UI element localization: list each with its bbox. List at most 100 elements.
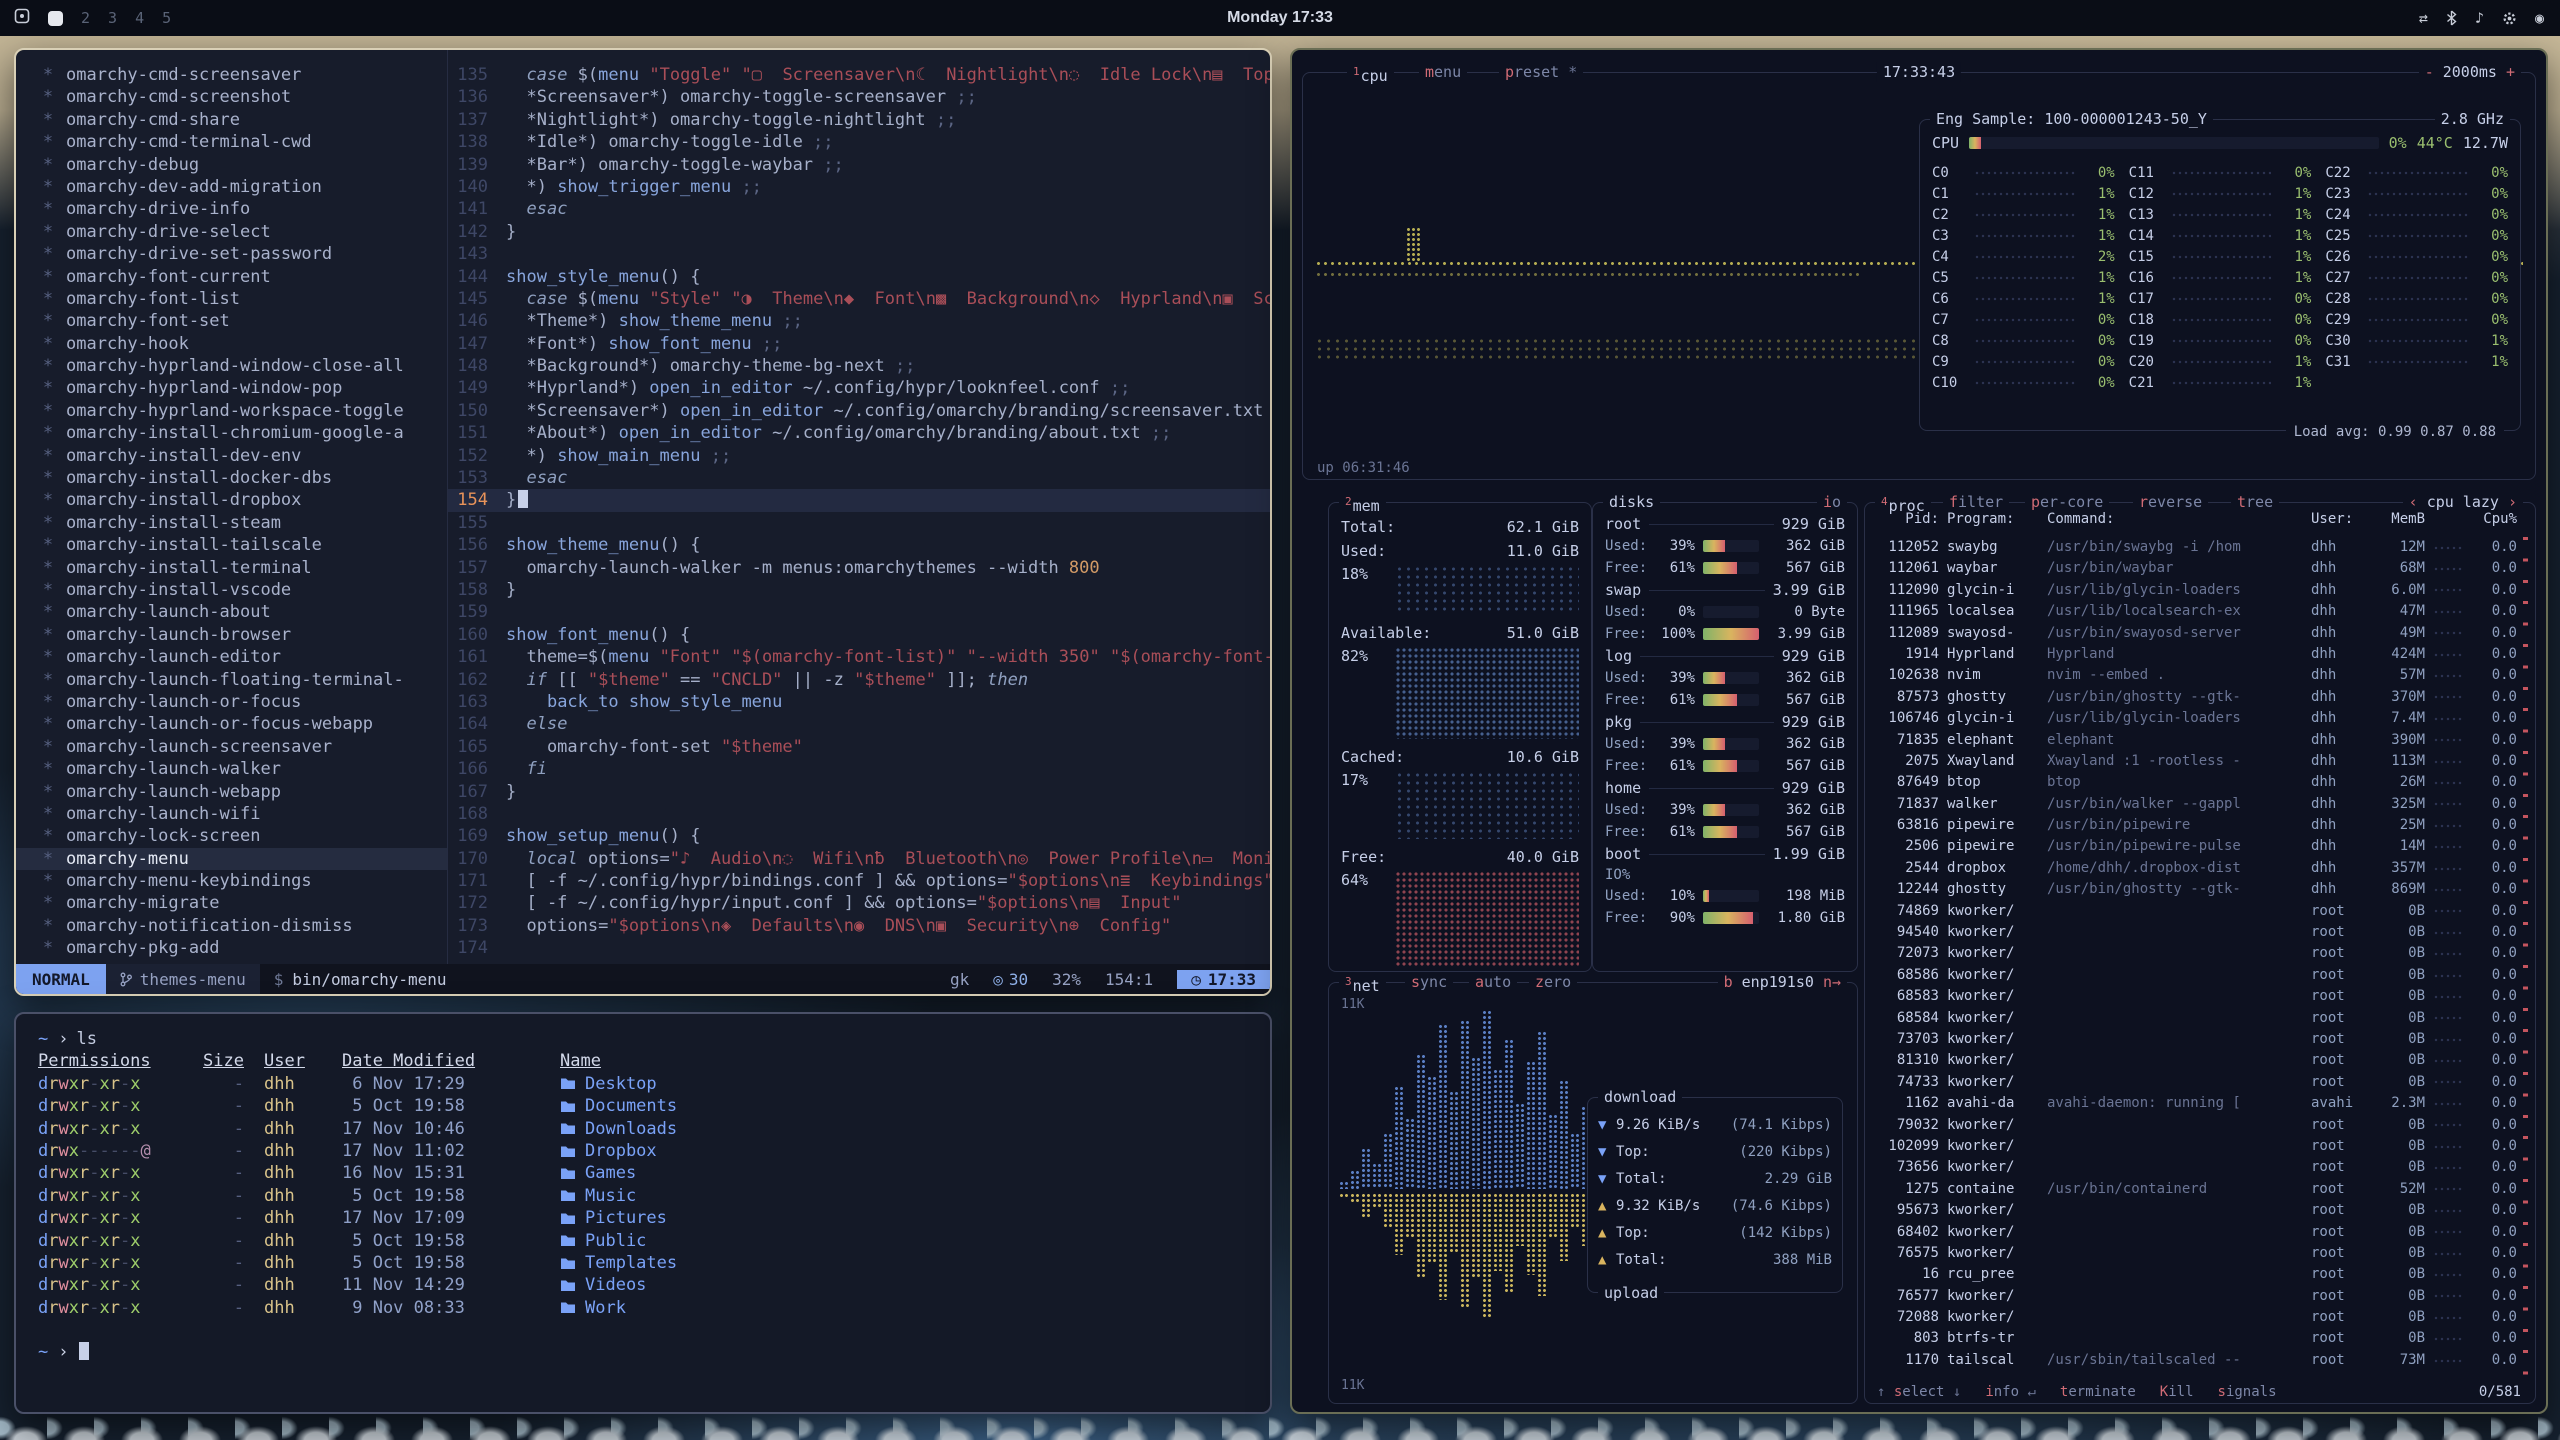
process-row[interactable]: 74869kworker/root0B0.0 bbox=[1875, 901, 2517, 922]
code-line[interactable]: 146 *Theme*) show_theme_menu ;; bbox=[448, 310, 1270, 332]
git-branch[interactable]: themes-menu bbox=[106, 964, 260, 994]
process-row[interactable]: 76577kworker/root0B0.0 bbox=[1875, 1286, 2517, 1307]
proc-footer-kill[interactable]: Kill bbox=[2160, 1384, 2194, 1400]
proc-filter-button[interactable]: filter bbox=[1943, 492, 2009, 512]
volume-icon[interactable]: ♪ bbox=[2475, 9, 2484, 27]
process-row[interactable]: 68584kworker/root0B0.0 bbox=[1875, 1008, 2517, 1029]
process-row[interactable]: 1170tailscal/usr/sbin/tailscaled --root7… bbox=[1875, 1350, 2517, 1371]
code-line[interactable]: 142} bbox=[448, 221, 1270, 243]
process-row[interactable]: 87573ghostty/usr/bin/ghostty --gtk-dhh37… bbox=[1875, 687, 2517, 708]
process-row[interactable]: 63816pipewire/usr/bin/pipewiredhh25M0.0 bbox=[1875, 815, 2517, 836]
code-line[interactable]: 164 else bbox=[448, 713, 1270, 735]
process-row[interactable]: 71835elephantelephantdhh390M0.0 bbox=[1875, 730, 2517, 751]
code-line[interactable]: 163 back_to show_style_menu bbox=[448, 691, 1270, 713]
file-item[interactable]: *omarchy-launch-editor bbox=[16, 646, 447, 668]
process-row[interactable]: 94540kworker/root0B0.0 bbox=[1875, 922, 2517, 943]
process-row[interactable]: 112090glycin-i/usr/lib/glycin-loadersdhh… bbox=[1875, 580, 2517, 601]
file-item[interactable]: *omarchy-launch-about bbox=[16, 601, 447, 623]
proc-footer-terminate[interactable]: terminate bbox=[2060, 1384, 2136, 1400]
file-item[interactable]: *omarchy-font-current bbox=[16, 266, 447, 288]
net-zero-toggle[interactable]: zero bbox=[1529, 972, 1577, 992]
process-row[interactable]: 73656kworker/root0B0.0 bbox=[1875, 1157, 2517, 1178]
code-line[interactable]: 160show_font_menu() { bbox=[448, 624, 1270, 646]
proc-tree-toggle[interactable]: tree bbox=[2231, 492, 2279, 512]
file-item[interactable]: *omarchy-launch-webapp bbox=[16, 781, 447, 803]
code-pane[interactable]: 135 case $(menu "Toggle" "▢ Screensaver\… bbox=[448, 50, 1270, 964]
settings-gear-icon[interactable] bbox=[2502, 11, 2517, 26]
code-line[interactable]: 159 bbox=[448, 601, 1270, 623]
proc-reverse-toggle[interactable]: reverse bbox=[2133, 492, 2208, 512]
code-line[interactable]: 149 *Hyprland*) open_in_editor ~/.config… bbox=[448, 377, 1270, 399]
code-line[interactable]: 138 *Idle*) omarchy-toggle-idle ;; bbox=[448, 131, 1270, 153]
code-line[interactable]: 152 *) show_main_menu ;; bbox=[448, 445, 1270, 467]
code-line[interactable]: 139 *Bar*) omarchy-toggle-waybar ;; bbox=[448, 154, 1270, 176]
process-row[interactable]: 68583kworker/root0B0.0 bbox=[1875, 986, 2517, 1007]
file-item[interactable]: *omarchy-launch-or-focus bbox=[16, 691, 447, 713]
workspace-button[interactable]: 3 bbox=[108, 9, 117, 27]
prompt-line-2[interactable]: ~› bbox=[38, 1341, 1248, 1363]
code-line[interactable]: 156show_theme_menu() { bbox=[448, 534, 1270, 556]
process-row[interactable]: 102638nvimnvim --embed .dhh57M0.0 bbox=[1875, 665, 2517, 686]
file-item[interactable]: *omarchy-install-docker-dbs bbox=[16, 467, 447, 489]
code-line[interactable]: 148 *Background*) omarchy-theme-bg-next … bbox=[448, 355, 1270, 377]
refresh-interval[interactable]: - 2000ms + bbox=[2419, 62, 2521, 82]
file-item[interactable]: *omarchy-font-set bbox=[16, 310, 447, 332]
code-line[interactable]: 141 esac bbox=[448, 198, 1270, 220]
file-item[interactable]: *omarchy-launch-screensaver bbox=[16, 736, 447, 758]
process-row[interactable]: 12244ghostty/usr/bin/ghostty --gtk-dhh86… bbox=[1875, 879, 2517, 900]
file-item[interactable]: *omarchy-launch-or-focus-webapp bbox=[16, 713, 447, 735]
workspace-button[interactable]: 5 bbox=[162, 9, 171, 27]
net-sync-toggle[interactable]: sync bbox=[1405, 972, 1453, 992]
file-item[interactable]: *omarchy-cmd-screensaver bbox=[16, 64, 447, 86]
code-line[interactable]: 157 omarchy-launch-walker -m menus:omarc… bbox=[448, 557, 1270, 579]
file-item[interactable]: *omarchy-drive-info bbox=[16, 198, 447, 220]
menu-button[interactable]: menu bbox=[1419, 62, 1467, 82]
file-item[interactable]: *omarchy-hyprland-window-close-all bbox=[16, 355, 447, 377]
process-row[interactable]: 2075XwaylandXwayland :1 -rootless -dhh11… bbox=[1875, 751, 2517, 772]
terminal-window[interactable]: ~›ls Permissions Size User Date Modified… bbox=[14, 1012, 1272, 1414]
file-item[interactable]: *omarchy-cmd-terminal-cwd bbox=[16, 131, 447, 153]
file-item[interactable]: *omarchy-hyprland-window-pop bbox=[16, 377, 447, 399]
process-row[interactable]: 803btrfs-trroot0B0.0 bbox=[1875, 1328, 2517, 1349]
process-row[interactable]: 1275containe/usr/bin/containerdroot52M0.… bbox=[1875, 1179, 2517, 1200]
omarchy-logo-icon[interactable] bbox=[14, 8, 30, 28]
process-row[interactable]: 1162avahi-daavahi-daemon: running [avahi… bbox=[1875, 1093, 2517, 1114]
process-row[interactable]: 102099kworker/root0B0.0 bbox=[1875, 1136, 2517, 1157]
proc-table-header[interactable]: Pid: Program: Command: User: MemB Cpu% bbox=[1875, 511, 2517, 527]
file-item[interactable]: *omarchy-hook bbox=[16, 333, 447, 355]
code-line[interactable]: 171 [ -f ~/.config/hypr/bindings.conf ] … bbox=[448, 870, 1270, 892]
file-item[interactable]: *omarchy-menu bbox=[16, 848, 447, 870]
file-item[interactable]: *omarchy-launch-floating-terminal- bbox=[16, 669, 447, 691]
code-line[interactable]: 150 *Screensaver*) open_in_editor ~/.con… bbox=[448, 400, 1270, 422]
file-item[interactable]: *omarchy-install-tailscale bbox=[16, 534, 447, 556]
process-row[interactable]: 16rcu_preeroot0B0.0 bbox=[1875, 1264, 2517, 1285]
process-row[interactable]: 74733kworker/root0B0.0 bbox=[1875, 1072, 2517, 1093]
code-line[interactable]: 154} bbox=[448, 489, 1270, 511]
file-item[interactable]: *omarchy-install-dropbox bbox=[16, 489, 447, 511]
code-line[interactable]: 158} bbox=[448, 579, 1270, 601]
code-line[interactable]: 168 bbox=[448, 803, 1270, 825]
process-row[interactable]: 72073kworker/root0B0.0 bbox=[1875, 943, 2517, 964]
file-item[interactable]: *omarchy-menu-keybindings bbox=[16, 870, 447, 892]
file-item[interactable]: *omarchy-debug bbox=[16, 154, 447, 176]
code-line[interactable]: 165 omarchy-font-set "$theme" bbox=[448, 736, 1270, 758]
workspace-active-icon[interactable] bbox=[48, 11, 63, 26]
process-row[interactable]: 76575kworker/root0B0.0 bbox=[1875, 1243, 2517, 1264]
process-row[interactable]: 112089swayosd-/usr/bin/swayosd-serverdhh… bbox=[1875, 623, 2517, 644]
cpu-box-title[interactable]: 1cpu bbox=[1347, 62, 1394, 86]
file-item[interactable]: *omarchy-install-dev-env bbox=[16, 445, 447, 467]
process-row[interactable]: 111965localsea/usr/lib/localsearch-exdhh… bbox=[1875, 601, 2517, 622]
file-item[interactable]: *omarchy-lock-screen bbox=[16, 825, 447, 847]
file-item[interactable]: *omarchy-install-steam bbox=[16, 512, 447, 534]
net-auto-toggle[interactable]: auto bbox=[1469, 972, 1517, 992]
process-row[interactable]: 2544dropbox/home/dhh/.dropbox-distdhh357… bbox=[1875, 858, 2517, 879]
process-row[interactable]: 112061waybar/usr/bin/waybardhh68M0.0 bbox=[1875, 558, 2517, 579]
process-row[interactable]: 72088kworker/root0B0.0 bbox=[1875, 1307, 2517, 1328]
code-line[interactable]: 162 if [[ "$theme" == "CNCLD" || -z "$th… bbox=[448, 669, 1270, 691]
process-row[interactable]: 68586kworker/root0B0.0 bbox=[1875, 965, 2517, 986]
file-item[interactable]: *omarchy-cmd-share bbox=[16, 109, 447, 131]
file-item[interactable]: *omarchy-notification-dismiss bbox=[16, 915, 447, 937]
preset-button[interactable]: preset * bbox=[1499, 62, 1583, 82]
process-row[interactable]: 106746glycin-i/usr/lib/glycin-loadersdhh… bbox=[1875, 708, 2517, 729]
code-line[interactable]: 173 options="$options\n◈ Defaults\n◉ DNS… bbox=[448, 915, 1270, 937]
